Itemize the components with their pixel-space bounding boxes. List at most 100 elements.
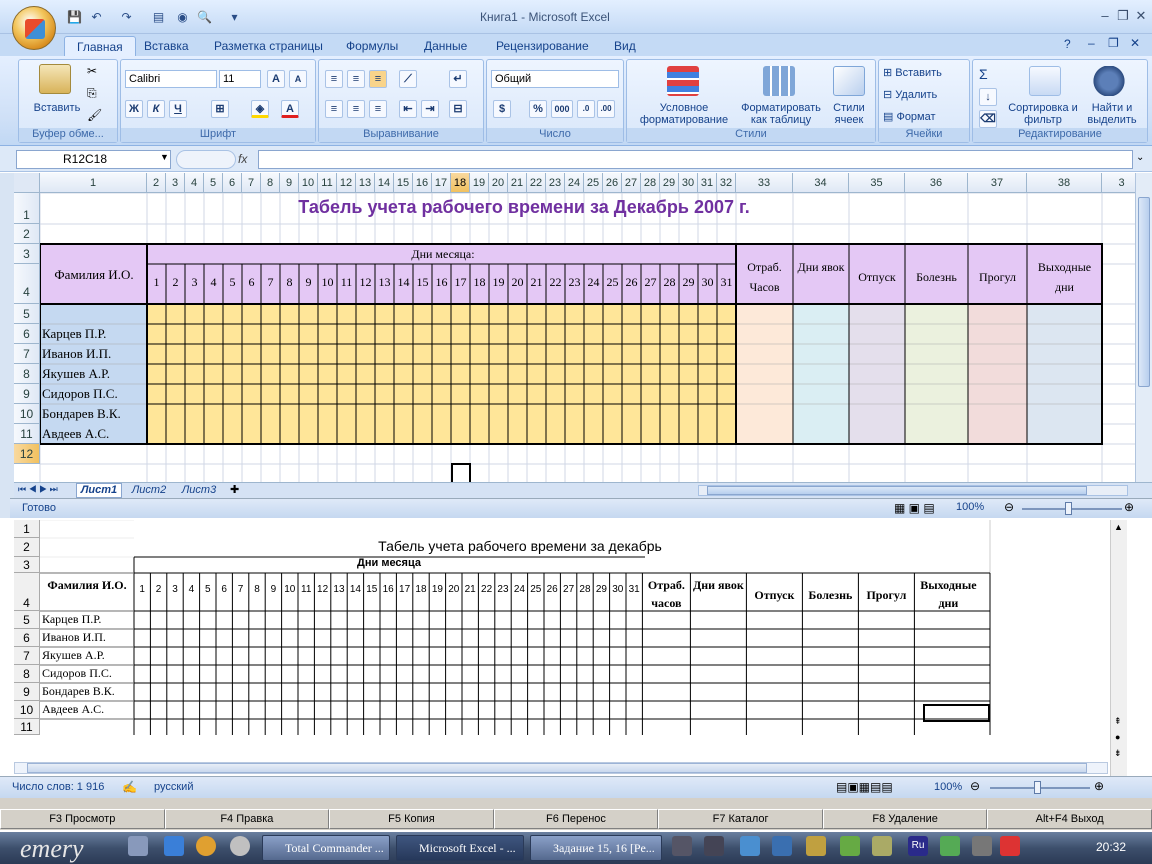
tray-icon-6[interactable] <box>840 836 860 856</box>
tab-insert[interactable]: Вставка <box>132 36 201 56</box>
sheet-tab-1[interactable]: Лист1 <box>76 483 122 498</box>
tray-icon-7[interactable] <box>872 836 892 856</box>
fkey-button[interactable]: F3 Просмотр <box>0 809 165 829</box>
row-header[interactable]: 7 <box>14 344 40 364</box>
new-sheet-icon[interactable]: ✚ <box>230 483 239 496</box>
column-header[interactable]: 3 <box>1102 173 1135 193</box>
increase-decimal-icon[interactable]: .0 <box>577 100 595 118</box>
tab-formulas[interactable]: Формулы <box>334 36 410 56</box>
font-name-select[interactable]: Calibri <box>125 70 217 88</box>
employee-name[interactable]: Авдеев А.С. <box>42 426 146 442</box>
column-header[interactable]: 20 <box>489 173 508 193</box>
doc-restore-icon[interactable]: ❐ <box>1108 36 1119 50</box>
format-painter-icon[interactable]: 🖌 <box>87 108 102 122</box>
horizontal-scrollbar[interactable] <box>698 485 1128 496</box>
zoom-slider-thumb[interactable] <box>1065 502 1072 515</box>
paste-icon[interactable] <box>39 64 71 94</box>
column-header[interactable]: 6 <box>223 173 242 193</box>
bold-button[interactable]: Ж <box>125 100 143 118</box>
tray-icon-3[interactable] <box>740 836 760 856</box>
next-page-icon[interactable]: ⇟ <box>1114 748 1122 759</box>
increase-indent-icon[interactable]: ⇥ <box>421 100 439 118</box>
column-header[interactable]: 38 <box>1027 173 1102 193</box>
clear-icon[interactable]: ⌫ <box>979 110 997 128</box>
column-header[interactable]: 26 <box>603 173 622 193</box>
zoom-out-icon[interactable]: ⊖ <box>1004 500 1014 514</box>
tab-page-layout[interactable]: Разметка страницы <box>202 36 335 56</box>
doc-minimize-icon[interactable]: – <box>1088 36 1095 50</box>
align-middle-icon[interactable]: ≡ <box>347 70 365 88</box>
row-header[interactable]: 2 <box>14 224 40 244</box>
browse-object-icon[interactable]: ● <box>1115 732 1120 742</box>
italic-button[interactable]: К <box>147 100 165 118</box>
tray-ru-icon[interactable]: Ru <box>908 836 928 856</box>
align-right-icon[interactable]: ≡ <box>369 100 387 118</box>
quicklaunch-icon-2[interactable] <box>164 836 184 856</box>
row-header[interactable]: 1 <box>14 193 40 224</box>
align-left-icon[interactable]: ≡ <box>325 100 343 118</box>
copy-icon[interactable]: ⎘ <box>87 86 97 101</box>
align-center-icon[interactable]: ≡ <box>347 100 365 118</box>
row-header[interactable]: 5 <box>14 304 40 324</box>
name-box[interactable]: R12C18 <box>16 150 171 169</box>
column-header[interactable]: 11 <box>318 173 337 193</box>
paste-button[interactable]: Вставить <box>27 102 87 114</box>
column-header[interactable]: 37 <box>968 173 1027 193</box>
formula-input[interactable] <box>258 150 1133 169</box>
align-bottom-icon[interactable]: ≡ <box>369 70 387 88</box>
decrease-decimal-icon[interactable]: .00 <box>597 100 615 118</box>
task-excel[interactable]: Microsoft Excel - ... <box>396 835 524 861</box>
row-header[interactable]: 9 <box>14 384 40 404</box>
conditional-format-icon[interactable] <box>667 66 699 96</box>
thousands-button[interactable]: 000 <box>551 100 573 118</box>
employee-name[interactable]: Карцев П.Р. <box>42 326 146 342</box>
form-icon[interactable]: ▤ <box>150 9 167 26</box>
doc-view-buttons[interactable]: ▤▣▦▤▤ <box>836 780 893 794</box>
column-header[interactable]: 25 <box>584 173 603 193</box>
expand-formula-icon[interactable]: ⌄ <box>1136 152 1144 163</box>
column-header[interactable]: 32 <box>717 173 736 193</box>
tray-icon-1[interactable] <box>672 836 692 856</box>
column-header[interactable]: 24 <box>565 173 584 193</box>
quicklaunch-icon-3[interactable] <box>196 836 216 856</box>
prev-page-icon[interactable]: ⇞ <box>1114 716 1122 727</box>
decrease-indent-icon[interactable]: ⇤ <box>399 100 417 118</box>
fill-color-icon[interactable]: ◈ <box>251 100 269 118</box>
undo-icon[interactable]: ↶ <box>88 9 105 26</box>
autosum-button[interactable]: Σ <box>979 66 988 82</box>
column-header[interactable]: 8 <box>261 173 280 193</box>
format-cells-button[interactable]: ▤ Формат <box>883 110 936 123</box>
column-header[interactable]: 13 <box>356 173 375 193</box>
sort-filter-button[interactable]: Сортировка и фильтр <box>1007 102 1079 126</box>
tab-data[interactable]: Данные <box>412 36 479 56</box>
row-header[interactable]: 12 <box>14 444 40 464</box>
tray-icon-5[interactable] <box>806 836 826 856</box>
column-header[interactable]: 35 <box>849 173 905 193</box>
cell-styles-button[interactable]: Стили ячеек <box>825 102 873 126</box>
grow-font-icon[interactable]: A <box>267 70 285 88</box>
column-header[interactable]: 1 <box>40 173 147 193</box>
column-header[interactable]: 19 <box>470 173 489 193</box>
percent-button[interactable]: % <box>529 100 547 118</box>
name-box-dropdown-icon[interactable]: ▼ <box>160 152 169 162</box>
column-header[interactable]: 18 <box>451 173 470 193</box>
doc-vertical-scrollbar[interactable]: ▲ ⇞ ● ⇟ <box>1110 520 1127 776</box>
row-header[interactable]: 3 <box>14 244 40 264</box>
column-header[interactable]: 15 <box>394 173 413 193</box>
doc-h-scroll-thumb[interactable] <box>27 763 1087 773</box>
tab-review[interactable]: Рецензирование <box>484 36 601 56</box>
sheet-tab-2[interactable]: Лист2 <box>126 484 172 498</box>
column-header[interactable]: 22 <box>527 173 546 193</box>
task-total-commander[interactable]: Total Commander ... <box>262 835 390 861</box>
column-header[interactable]: 17 <box>432 173 451 193</box>
fill-icon[interactable]: ↓ <box>979 88 997 106</box>
orientation-icon[interactable]: ⟋ <box>399 70 417 88</box>
column-header[interactable]: 9 <box>280 173 299 193</box>
number-format-select[interactable]: Общий <box>491 70 619 88</box>
h-scroll-thumb[interactable] <box>707 486 1087 495</box>
column-header[interactable]: 36 <box>905 173 968 193</box>
tab-home[interactable]: Главная <box>64 36 136 56</box>
help-icon[interactable]: ? <box>1064 37 1071 51</box>
close-icon[interactable]: ✕ <box>1130 6 1152 26</box>
column-header[interactable]: 3 <box>166 173 185 193</box>
